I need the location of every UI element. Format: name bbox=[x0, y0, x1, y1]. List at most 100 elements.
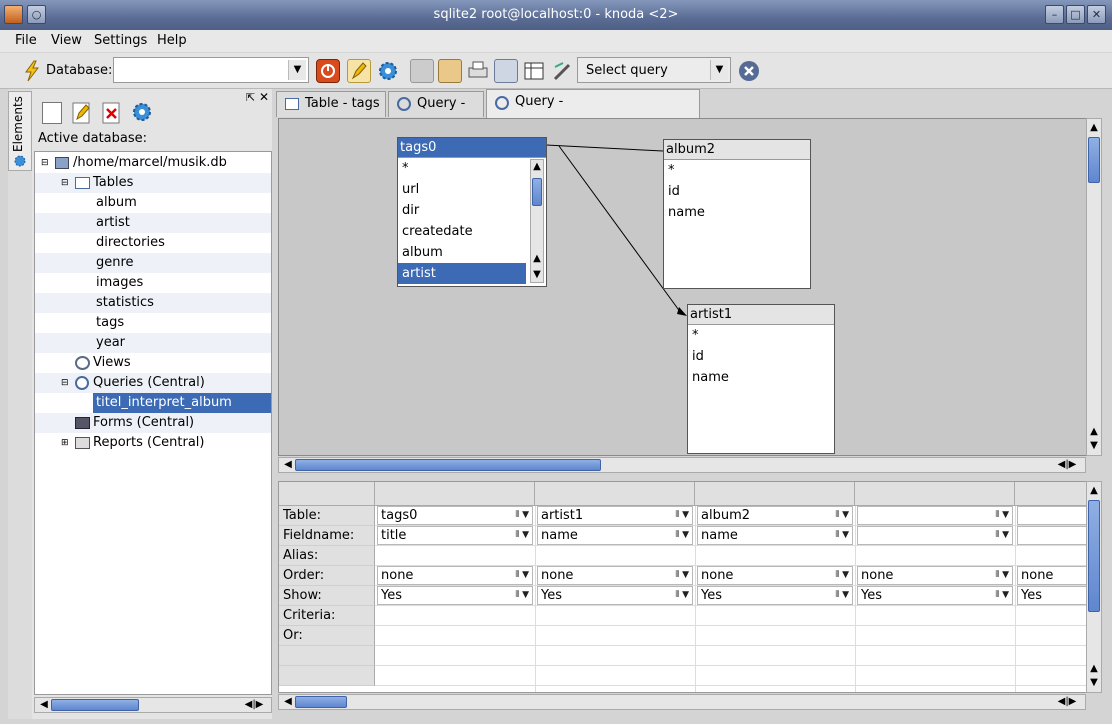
scroll-down-icon[interactable]: ▼ bbox=[1087, 676, 1101, 690]
scroll-up-icon[interactable]: ▲ bbox=[1087, 484, 1101, 498]
tab-query-titel-interpret-album[interactable]: Query - titel_interpret_album bbox=[486, 89, 700, 133]
field-dir[interactable]: dir bbox=[398, 200, 546, 221]
field-id[interactable]: id bbox=[688, 346, 834, 367]
fields-scrollbar[interactable]: ▲ ▲ ▼ bbox=[530, 159, 544, 283]
disconnect-icon[interactable] bbox=[316, 59, 340, 83]
close-button[interactable]: ✕ bbox=[1087, 5, 1106, 24]
scroll-thumb[interactable] bbox=[1088, 500, 1100, 612]
collapse-icon[interactable]: ⊟ bbox=[61, 173, 69, 193]
tree-item-views[interactable]: Views bbox=[35, 353, 271, 373]
field-select[interactable]: name ⦀ ▼ bbox=[537, 526, 693, 545]
tab-table-tags[interactable]: Table - tags bbox=[276, 91, 386, 117]
scroll-up-icon[interactable]: ▲ bbox=[1087, 121, 1101, 135]
query-table-title[interactable]: artist1 bbox=[688, 305, 834, 325]
canvas-horizontal-scrollbar[interactable]: ◀ ◀|▶ bbox=[278, 457, 1086, 473]
tree-item-year[interactable]: year bbox=[35, 333, 271, 353]
tree-item-reports[interactable]: ⊞ Reports (Central) bbox=[35, 433, 271, 453]
menu-view[interactable]: View bbox=[51, 33, 82, 48]
tree-horizontal-scrollbar[interactable]: ◀ ◀|▶ bbox=[34, 697, 272, 713]
new-icon[interactable] bbox=[42, 102, 62, 124]
tree-item-forms[interactable]: Forms (Central) bbox=[35, 413, 271, 433]
field-star[interactable]: * bbox=[688, 325, 834, 346]
grid-column-header[interactable] bbox=[375, 482, 535, 506]
gear-icon[interactable] bbox=[130, 100, 154, 124]
delete-icon[interactable] bbox=[102, 102, 122, 124]
relations-icon[interactable] bbox=[494, 59, 518, 83]
scroll-thumb[interactable] bbox=[295, 459, 601, 471]
grid-icon[interactable] bbox=[522, 59, 546, 83]
scroll-right-icon[interactable]: ◀|▶ bbox=[240, 698, 268, 712]
scroll-left-icon[interactable]: ◀ bbox=[37, 698, 51, 712]
scroll-thumb[interactable] bbox=[295, 696, 347, 708]
table-select[interactable]: artist1 ⦀ ▼ bbox=[537, 506, 693, 525]
minimize-button[interactable]: – bbox=[1045, 5, 1064, 24]
scroll-thumb[interactable] bbox=[1088, 137, 1100, 183]
show-select[interactable]: Yes bbox=[1017, 586, 1087, 605]
show-select[interactable]: Yes ⦀ ▼ bbox=[857, 586, 1013, 605]
scroll-down-icon[interactable]: ▼ bbox=[530, 268, 544, 282]
scroll-down-icon[interactable]: ▼ bbox=[1087, 439, 1101, 453]
field-name[interactable]: name bbox=[664, 202, 810, 223]
field-url[interactable]: url bbox=[398, 179, 546, 200]
tree-item-album[interactable]: album bbox=[35, 193, 271, 213]
tree-item-artist[interactable]: artist bbox=[35, 213, 271, 233]
collapse-icon[interactable]: ⊟ bbox=[41, 153, 49, 173]
query-table-title[interactable]: album2 bbox=[664, 140, 810, 160]
order-select[interactable]: none ⦀ ▼ bbox=[697, 566, 853, 585]
query-table-title[interactable]: tags0 bbox=[398, 138, 546, 158]
scroll-right-icon[interactable]: ◀|▶ bbox=[1053, 695, 1081, 709]
field-select[interactable]: name ⦀ ▼ bbox=[697, 526, 853, 545]
grid-column-header[interactable] bbox=[695, 482, 855, 506]
menu-help[interactable]: Help bbox=[157, 33, 187, 48]
database-select[interactable]: ▼ bbox=[113, 57, 309, 83]
query-design-canvas[interactable]: tags0 * url dir createdate album artist … bbox=[278, 118, 1088, 456]
scroll-up-icon[interactable]: ▲ bbox=[1087, 662, 1101, 676]
tree-item-directories[interactable]: directories bbox=[35, 233, 271, 253]
element-tree[interactable]: ⊟ /home/marcel/musik.db ⊟ Tables album a… bbox=[34, 151, 272, 695]
tree-item-database[interactable]: ⊟ /home/marcel/musik.db bbox=[35, 153, 271, 173]
grid-horizontal-scrollbar[interactable]: ◀ ◀|▶ bbox=[278, 694, 1086, 710]
scroll-right-icon[interactable]: ◀|▶ bbox=[1053, 458, 1081, 472]
query-table-album2[interactable]: album2 * id name bbox=[663, 139, 811, 289]
tree-item-titel-interpret-album[interactable]: titel_interpret_album bbox=[93, 393, 271, 413]
save-icon[interactable] bbox=[410, 59, 434, 83]
field-id[interactable]: id bbox=[664, 181, 810, 202]
tree-item-images[interactable]: images bbox=[35, 273, 271, 293]
field-album[interactable]: album bbox=[398, 242, 546, 263]
query-table-tags0[interactable]: tags0 * url dir createdate album artist … bbox=[397, 137, 547, 287]
tab-query[interactable]: Query - bbox=[388, 91, 484, 117]
tree-item-statistics[interactable]: statistics bbox=[35, 293, 271, 313]
maximize-button[interactable]: □ bbox=[1066, 5, 1085, 24]
sql-icon[interactable] bbox=[551, 59, 575, 83]
order-select[interactable]: none ⦀ ▼ bbox=[377, 566, 533, 585]
grid-column-header[interactable] bbox=[855, 482, 1015, 506]
gear-icon[interactable] bbox=[376, 59, 400, 83]
canvas-vertical-scrollbar[interactable]: ▲ ▲ ▼ bbox=[1086, 118, 1102, 456]
query-select[interactable]: Select query ▼ bbox=[577, 57, 731, 83]
query-table-artist1[interactable]: artist1 * id name bbox=[687, 304, 835, 454]
grid-column-header[interactable] bbox=[535, 482, 695, 506]
elements-tab[interactable]: Elements bbox=[8, 91, 32, 171]
query-design-grid[interactable]: Table: tags0 ⦀ ▼ artist1 ⦀ ▼ album2 ⦀ ▼ ⦀ ▼… bbox=[278, 481, 1088, 693]
field-createdate[interactable]: createdate bbox=[398, 221, 546, 242]
tree-item-tags[interactable]: tags bbox=[35, 313, 271, 333]
show-select[interactable]: Yes ⦀ ▼ bbox=[537, 586, 693, 605]
order-select[interactable]: none bbox=[1017, 566, 1087, 585]
field-star[interactable]: * bbox=[398, 158, 546, 179]
order-select[interactable]: none ⦀ ▼ bbox=[537, 566, 693, 585]
table-select[interactable]: album2 ⦀ ▼ bbox=[697, 506, 853, 525]
edit-icon[interactable] bbox=[347, 59, 371, 83]
expand-icon[interactable]: ⊞ bbox=[61, 433, 69, 453]
connect-icon[interactable] bbox=[20, 59, 44, 83]
field-artist[interactable]: artist bbox=[398, 263, 526, 284]
table-select[interactable] bbox=[1017, 506, 1087, 525]
close-query-icon[interactable] bbox=[737, 59, 761, 83]
edit-icon[interactable] bbox=[72, 102, 92, 124]
scroll-left-icon[interactable]: ◀ bbox=[281, 695, 295, 709]
menu-file[interactable]: File bbox=[15, 33, 37, 48]
order-select[interactable]: none ⦀ ▼ bbox=[857, 566, 1013, 585]
save-as-icon[interactable] bbox=[438, 59, 462, 83]
menu-settings[interactable]: Settings bbox=[94, 33, 147, 48]
field-star[interactable]: * bbox=[664, 160, 810, 181]
field-select[interactable]: ⦀ ▼ bbox=[857, 526, 1013, 545]
